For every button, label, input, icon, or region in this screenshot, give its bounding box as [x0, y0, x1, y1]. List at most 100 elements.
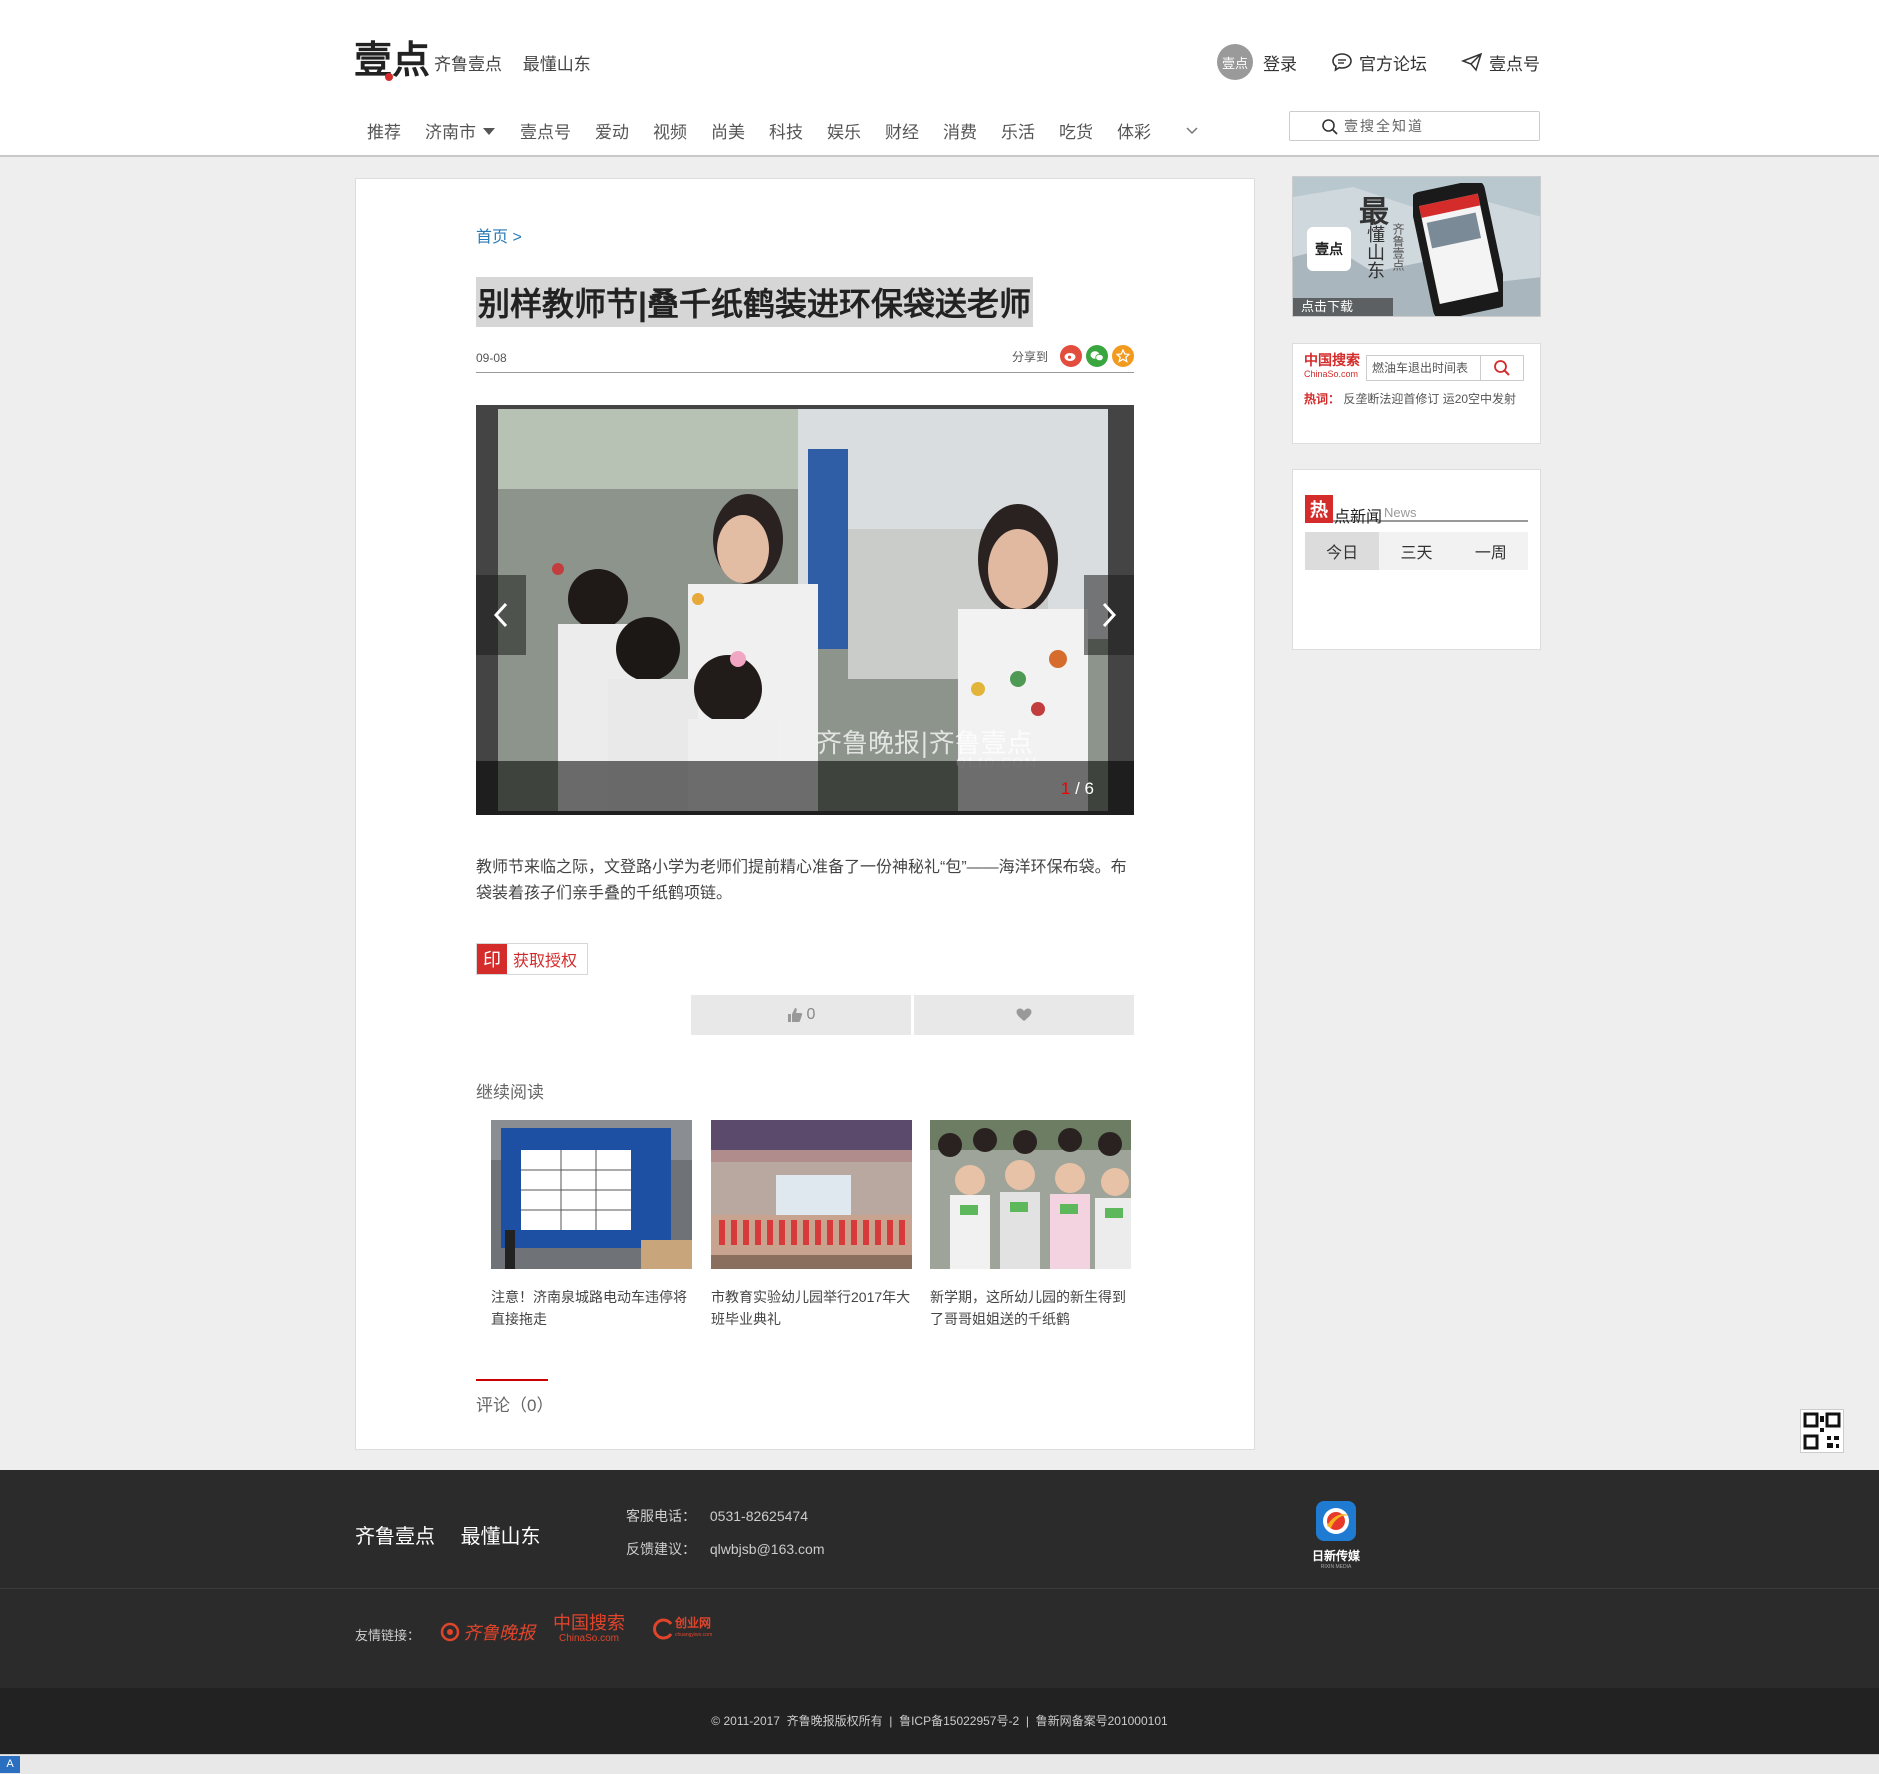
slide-prev-button[interactable]	[476, 575, 526, 655]
related-caption[interactable]: 新学期，这所幼儿园的新生得到了哥哥姐姐送的千纸鹤	[930, 1286, 1131, 1330]
link-chinaso[interactable]: 中国搜索 ChinaSo.com	[553, 1613, 625, 1647]
chuangye-logo-icon	[653, 1618, 673, 1640]
comments-tab[interactable]: 评论（0）	[476, 1379, 553, 1416]
chinaso-search-button[interactable]	[1481, 355, 1524, 381]
license-label: 获取授权	[513, 953, 578, 970]
ad-download-label[interactable]: 点击下载	[1293, 298, 1393, 316]
rixin-media-logo[interactable]: 日新传媒 RIXIN MEDIA	[1308, 1500, 1364, 1570]
ad-logo: 壹点	[1307, 227, 1351, 271]
footer-info: 齐鲁壹点 最懂山东 客服电话： 0531-82625474 反馈建议： qlwb…	[0, 1470, 1879, 1588]
site-logo[interactable]: 壹 点	[354, 37, 430, 83]
tab-week[interactable]: 一周	[1454, 532, 1528, 570]
chevron-down-icon	[1186, 126, 1198, 134]
chevron-left-icon	[493, 602, 508, 628]
wechat-icon[interactable]	[1086, 345, 1108, 367]
nav-item-beauty[interactable]: 尚美	[711, 118, 745, 143]
link-qilu-evening[interactable]: 齐鲁晚报	[440, 1619, 535, 1645]
slide-counter: 1 / 6	[1061, 779, 1094, 799]
breadcrumb[interactable]: 首页 >	[476, 223, 522, 247]
app-download-ad[interactable]: 壹点 最 懂山东 齐鲁壹点 点击下载	[1292, 176, 1541, 317]
article-card: 首页 > 别样教师节|叠千纸鹤装进环保袋送老师 09-08 分享到 齐鲁晚报|齐…	[355, 178, 1255, 1450]
search-icon	[1322, 119, 1338, 135]
slide-caption-bar	[476, 761, 1134, 815]
footer-copyright: © 2011-2017 齐鲁晚报版权所有 | 鲁ICP备15022957号-2 …	[0, 1688, 1879, 1754]
tab-today[interactable]: 今日	[1305, 532, 1380, 570]
weibo-icon[interactable]	[1060, 345, 1082, 367]
slide-total: / 6	[1075, 779, 1094, 798]
related-item[interactable]: 新学期，这所幼儿园的新生得到了哥哥姐姐送的千纸鹤	[930, 1120, 1131, 1330]
footer-phone: 客服电话： 0531-82625474	[626, 1506, 808, 1526]
forum-label: 官方论坛	[1359, 54, 1427, 74]
link-chinaso-text: 中国搜索	[553, 1613, 625, 1633]
chinaso-logo-sub: ChinaSo.com	[1304, 369, 1359, 379]
license-stamp-icon: 印	[477, 944, 507, 974]
link-chuangye[interactable]: 创业网 chuangyiwo.com	[653, 1617, 712, 1641]
nav-item-video[interactable]: 视频	[653, 118, 687, 143]
like-count: 0	[806, 1006, 816, 1023]
translate-icon[interactable]: A	[0, 1756, 20, 1773]
login-link[interactable]: 壹点 登录	[1217, 44, 1297, 80]
nav-item-consumer[interactable]: 消费	[943, 118, 977, 143]
chinaso-search-widget: 中国搜索 ChinaSo.com 燃油车退出时间表 热词： 反垄断法迎首修订 运…	[1292, 343, 1541, 444]
footer-email[interactable]: qlwbjsb@163.com	[710, 1541, 825, 1557]
related-item[interactable]: 注意！济南泉城路电动车违停将直接拖走	[491, 1120, 692, 1330]
slogan-tagline: 最懂山东	[522, 55, 591, 74]
site-header: 壹 点 齐鲁壹点 最懂山东 壹点 登录 官方论坛 壹点号 推荐 济南市 壹点号 …	[0, 0, 1879, 157]
search-placeholder: 壹搜全知道	[1344, 118, 1424, 134]
heart-icon	[1016, 1008, 1032, 1021]
link-chuangye-texts: 创业网 chuangyiwo.com	[675, 1617, 712, 1641]
site-search[interactable]: 壹搜全知道	[1289, 111, 1540, 141]
footer-brand: 齐鲁壹点 最懂山东	[355, 1520, 541, 1549]
related-thumbnail	[711, 1120, 912, 1269]
forum-link[interactable]: 官方论坛	[1331, 50, 1427, 75]
chinaso-logo: 中国搜索 ChinaSo.com	[1304, 353, 1360, 381]
qr-code-icon[interactable]	[1800, 1409, 1844, 1453]
related-caption[interactable]: 市教育实验幼儿园举行2017年大班毕业典礼	[711, 1286, 912, 1330]
slide-current: 1	[1060, 779, 1071, 798]
tab-three-days[interactable]: 三天	[1379, 532, 1453, 570]
nav-item-food[interactable]: 吃货	[1059, 118, 1093, 143]
link-chinaso-sub: ChinaSo.com	[558, 1633, 620, 1644]
footer-phone-label: 客服电话：	[626, 1508, 696, 1524]
nav-item-finance[interactable]: 财经	[885, 118, 919, 143]
nav-item-recommend[interactable]: 推荐	[367, 118, 401, 143]
rixin-media-name: 日新传媒	[1311, 1549, 1360, 1563]
nav-item-sports[interactable]: 爱动	[595, 118, 629, 143]
related-item[interactable]: 市教育实验幼儿园举行2017年大班毕业典礼	[711, 1120, 912, 1330]
chinaso-search-value: 燃油车退出时间表	[1372, 361, 1469, 375]
login-label: 登录	[1263, 54, 1297, 74]
phone-icon	[1413, 183, 1503, 316]
nav-item-lottery[interactable]: 体彩	[1117, 118, 1151, 143]
ad-vertical-small: 齐鲁壹点	[1391, 223, 1405, 271]
rixin-logo-icon	[1316, 1501, 1356, 1541]
nav-item-account[interactable]: 壹点号	[520, 118, 571, 143]
favorite-star-icon[interactable]	[1112, 345, 1134, 367]
account-link[interactable]: 壹点号	[1461, 50, 1540, 75]
nav-item-tech[interactable]: 科技	[769, 118, 803, 143]
main-nav: 推荐 济南市 壹点号 爱动 视频 尚美 科技 娱乐 财经 消费 乐活 吃货 体彩	[354, 118, 1211, 143]
chat-bubble-icon	[1332, 53, 1352, 72]
nav-item-city[interactable]: 济南市	[425, 118, 496, 143]
collect-button[interactable]	[914, 995, 1134, 1035]
caret-down-icon	[483, 127, 495, 135]
qilu-logo-icon	[440, 1622, 460, 1642]
hot-words[interactable]: 反垄断法迎首修订 运20空中发射	[1343, 392, 1516, 406]
slogan-brand: 齐鲁壹点	[434, 55, 502, 74]
nav-item-lifestyle[interactable]: 乐活	[1001, 118, 1035, 143]
like-button[interactable]: 0	[691, 995, 911, 1035]
chinaso-search-input[interactable]: 燃油车退出时间表	[1366, 355, 1481, 381]
nav-item-entertainment[interactable]: 娱乐	[827, 118, 861, 143]
nav-more[interactable]	[1175, 118, 1199, 143]
rixin-media-sub: RIXIN MEDIA	[1320, 1564, 1352, 1570]
image-slider[interactable]: 齐鲁晚报|齐鲁壹点 QLIO.COM 1 / 6	[476, 405, 1134, 815]
hot-news-en: News	[1384, 505, 1417, 520]
footer-feedback-label: 反馈建议：	[626, 1541, 696, 1557]
share-label: 分享到	[1011, 349, 1048, 364]
slide-next-button[interactable]	[1084, 575, 1134, 655]
related-caption[interactable]: 注意！济南泉城路电动车违停将直接拖走	[491, 1286, 692, 1330]
link-chuangye-sub: chuangyiwo.com	[675, 1632, 713, 1638]
license-button[interactable]: 印 获取授权	[476, 943, 588, 975]
account-label: 壹点号	[1489, 54, 1540, 74]
continue-reading-label: 继续阅读	[476, 1083, 544, 1102]
related-thumbnail	[930, 1120, 1131, 1269]
